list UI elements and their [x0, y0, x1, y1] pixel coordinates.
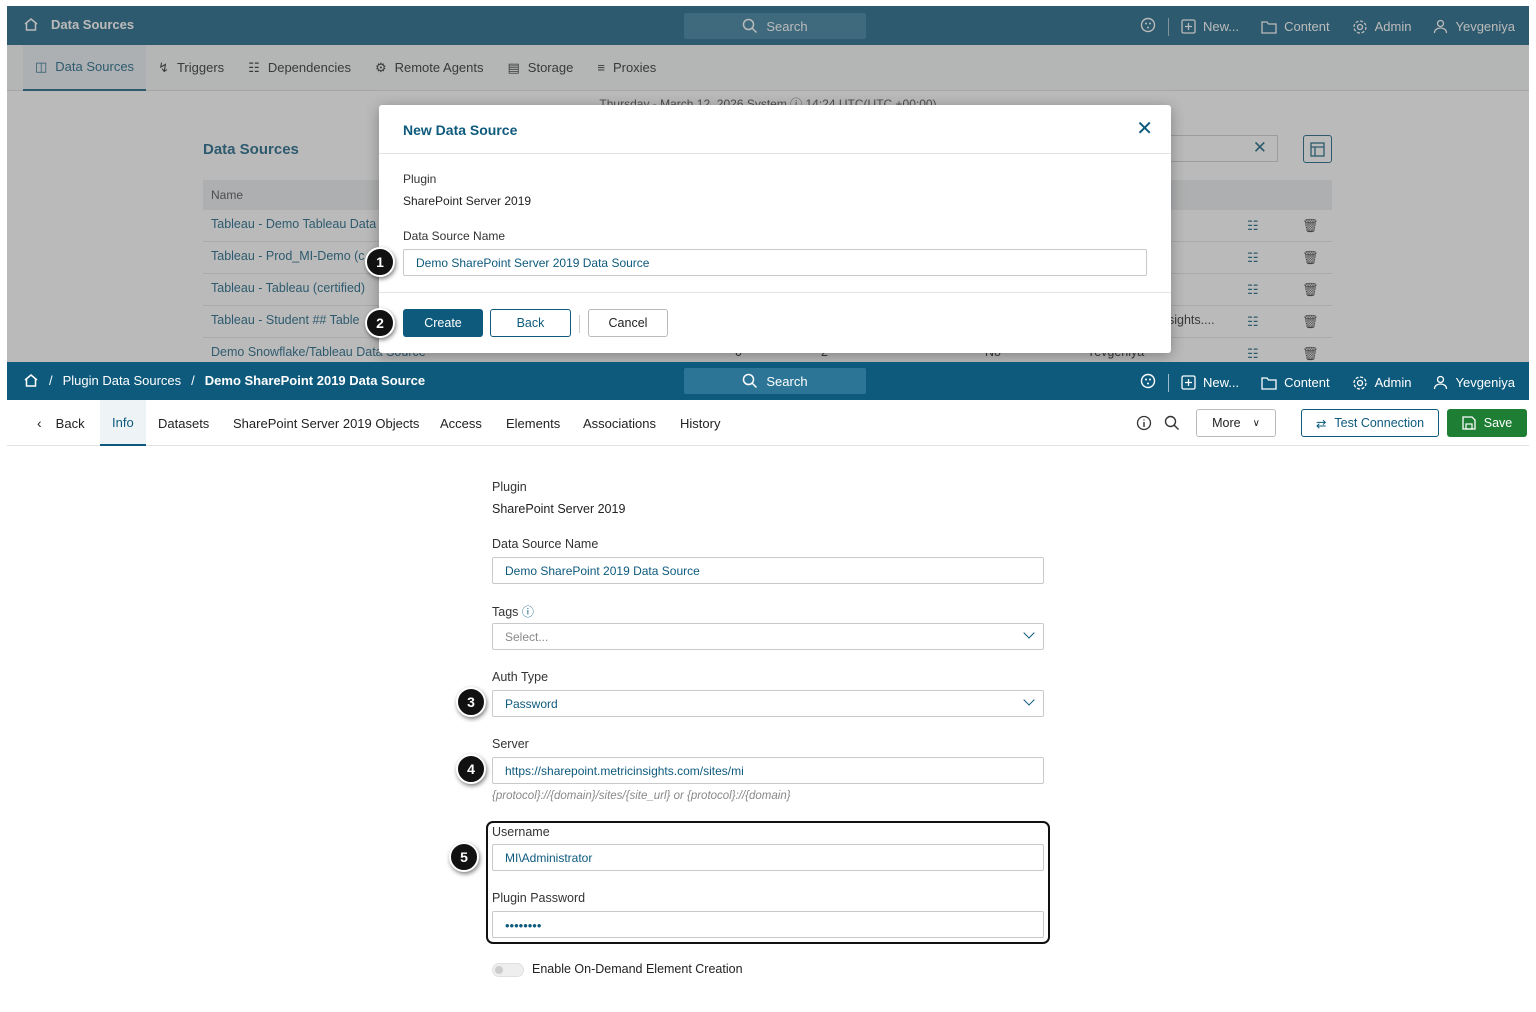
cancel-button[interactable]: Cancel: [588, 309, 668, 337]
plugin-label: Plugin: [403, 172, 437, 186]
admin-menu[interactable]: Admin: [1352, 375, 1412, 391]
tags-label-text: Tags: [492, 605, 519, 619]
breadcrumb-separator: /: [49, 373, 53, 388]
tags-select[interactable]: Select...: [492, 623, 1044, 650]
swap-icon: ⇄: [1315, 416, 1327, 431]
tags-label: Tags ⓘ: [492, 603, 534, 620]
tab-label: Associations: [583, 415, 656, 431]
data-source-name-input[interactable]: Demo SharePoint 2019 Data Source: [492, 557, 1044, 584]
search-label: Search: [766, 373, 808, 389]
admin-label: Admin: [1374, 375, 1412, 390]
editor-tabs: ‹ Back Info Datasets SharePoint Server 20…: [7, 400, 1529, 446]
tab-objects[interactable]: SharePoint Server 2019 Objects: [233, 400, 419, 446]
more-label: More: [1212, 416, 1241, 430]
tab-label: Access: [440, 415, 482, 431]
divider: [379, 153, 1171, 154]
step-badge: 4: [456, 754, 486, 784]
new-label: New...: [1202, 375, 1240, 390]
username-input[interactable]: MI\Administrator: [492, 844, 1044, 871]
save-icon: [1462, 416, 1476, 430]
tab-label: Back: [55, 415, 85, 431]
chevron-down-icon: ∨: [1252, 417, 1260, 429]
tab-datasets[interactable]: Datasets: [158, 400, 209, 446]
search-icon[interactable]: [1164, 415, 1180, 431]
password-input[interactable]: ••••••••: [492, 911, 1044, 938]
auth-type-value: Password: [505, 697, 558, 711]
top-nav-right: New... Content Admin Yevgeniya: [1140, 373, 1515, 392]
user-icon: [1434, 375, 1448, 390]
user-menu[interactable]: Yevgeniya: [1433, 375, 1515, 390]
chevron-left-icon: ‹: [37, 415, 42, 431]
name-label: Data Source Name: [403, 229, 506, 243]
breadcrumb-current: Demo SharePoint 2019 Data Source: [204, 373, 426, 388]
toggle-knob: [495, 966, 503, 974]
save-button[interactable]: Save: [1447, 409, 1527, 437]
step-badge: 3: [456, 687, 486, 717]
tab-label: SharePoint Server 2019 Objects: [233, 415, 420, 431]
username-label: Username: [492, 825, 550, 839]
tab-associations[interactable]: Associations: [583, 400, 656, 446]
plugin-label: Plugin: [492, 480, 527, 494]
global-search[interactable]: Search: [684, 368, 866, 394]
chevron-down-icon: [1023, 627, 1035, 639]
tab-access[interactable]: Access: [440, 400, 482, 446]
test-connection-button[interactable]: ⇄ Test Connection: [1301, 409, 1439, 437]
step-badge: 2: [365, 308, 395, 338]
data-source-name-input[interactable]: Demo SharePoint Server 2019 Data Source: [403, 249, 1147, 276]
password-label: Plugin Password: [492, 891, 586, 905]
gear-icon: [1352, 375, 1367, 390]
server-label: Server: [492, 737, 529, 751]
back-tab[interactable]: ‹ Back: [37, 400, 85, 446]
chevron-down-icon: [1023, 694, 1035, 706]
palette-icon[interactable]: [1140, 373, 1156, 392]
breadcrumb-separator: /: [191, 373, 195, 388]
tab-label: History: [680, 415, 721, 431]
folder-icon: [1261, 376, 1277, 390]
back-button[interactable]: Back: [490, 309, 571, 337]
close-icon[interactable]: ✕: [1136, 119, 1153, 139]
top-navbar-2: / Plugin Data Sources / Demo SharePoint …: [7, 362, 1529, 400]
user-label: Yevgeniya: [1455, 375, 1515, 390]
auth-type-label: Auth Type: [492, 670, 549, 684]
save-label: Save: [1483, 416, 1513, 430]
tab-elements[interactable]: Elements: [506, 400, 560, 446]
on-demand-toggle[interactable]: [492, 963, 524, 977]
plugin-value: SharePoint Server 2019: [492, 502, 626, 516]
step-badge: 1: [365, 247, 395, 277]
more-dropdown[interactable]: More ∨: [1196, 409, 1276, 437]
info-icon[interactable]: [1136, 415, 1152, 431]
test-connection-label: Test Connection: [1334, 416, 1425, 430]
modal-title: New Data Source: [403, 122, 518, 138]
content-menu[interactable]: Content: [1261, 375, 1330, 390]
tab-label: Elements: [506, 415, 561, 431]
home-icon[interactable]: [23, 373, 39, 388]
tab-info[interactable]: Info: [100, 400, 146, 446]
divider: [379, 292, 1171, 293]
server-hint: {protocol}://{domain}/sites/{site_url} o…: [492, 790, 791, 802]
new-data-source-modal: New Data Source ✕ Plugin SharePoint Serv…: [379, 105, 1171, 353]
divider: [579, 315, 580, 333]
plugin-value: SharePoint Server 2019: [403, 194, 532, 208]
tab-history[interactable]: History: [680, 400, 720, 446]
tab-label: Info: [112, 414, 134, 430]
tags-placeholder: Select...: [505, 630, 549, 644]
server-input[interactable]: https://sharepoint.metricinsights.com/si…: [492, 757, 1044, 784]
divider: [1167, 373, 1169, 392]
content-label: Content: [1284, 375, 1330, 390]
search-icon: [743, 373, 758, 389]
breadcrumb: / Plugin Data Sources / Demo SharePoint …: [23, 373, 425, 388]
screenshot-frame: Data Sources Search New... Content Admin…: [7, 6, 1529, 1010]
info-icon[interactable]: ⓘ: [522, 605, 534, 619]
auth-type-select[interactable]: Password: [492, 690, 1044, 717]
breadcrumb-parent[interactable]: Plugin Data Sources: [63, 373, 182, 388]
create-button[interactable]: Create: [403, 309, 483, 337]
new-menu[interactable]: New...: [1181, 375, 1239, 390]
plus-square-icon: [1181, 375, 1196, 390]
tab-label: Datasets: [158, 415, 210, 431]
on-demand-label: Enable On-Demand Element Creation: [532, 962, 743, 976]
step-badge: 5: [449, 842, 479, 872]
name-label: Data Source Name: [492, 537, 599, 551]
